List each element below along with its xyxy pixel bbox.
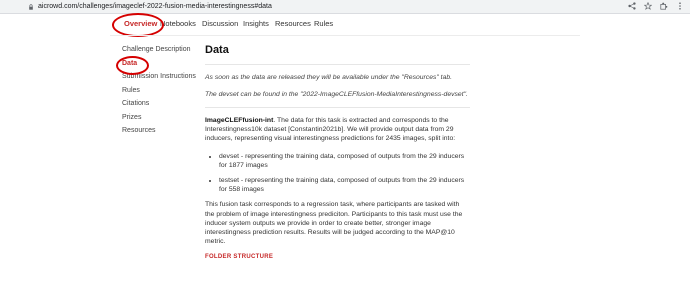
browser-bar: aicrowd.com/challenges/imageclef-2022-fu… xyxy=(0,0,690,14)
tab-discussion[interactable]: Discussion xyxy=(202,19,238,28)
intro-paragraph: ImageCLEFfusion-int. The data for this t… xyxy=(205,116,470,144)
star-icon[interactable] xyxy=(644,2,652,10)
notes-divider xyxy=(205,107,470,108)
task-description: This fusion task corresponds to a regres… xyxy=(205,201,463,246)
url-text: aicrowd.com/challenges/imageclef-2022-fu… xyxy=(38,3,272,10)
extensions-icon[interactable] xyxy=(660,2,668,10)
nav-divider xyxy=(110,35,580,36)
annotation-circle-overview xyxy=(112,13,164,37)
share-icon[interactable] xyxy=(628,2,636,10)
annotation-circle-data xyxy=(116,56,149,75)
address-bar[interactable]: aicrowd.com/challenges/imageclef-2022-fu… xyxy=(28,1,272,12)
lock-icon xyxy=(29,3,33,10)
sidebar-item-citations[interactable]: Citations xyxy=(122,100,197,109)
task-name: ImageCLEFfusion-int xyxy=(205,117,274,124)
tab-rules[interactable]: Rules xyxy=(314,19,333,28)
list-item-testset: testset - representing the training data… xyxy=(219,176,470,194)
tab-resources[interactable]: Resources xyxy=(275,19,311,28)
folder-structure-heading: FOLDER STRUCTURE xyxy=(205,254,274,261)
title-divider xyxy=(205,64,470,65)
sidebar-item-challenge-description[interactable]: Challenge Description xyxy=(122,46,197,55)
sidebar-item-rules[interactable]: Rules xyxy=(122,87,197,96)
tab-insights[interactable]: Insights xyxy=(243,19,269,28)
page-title: Data xyxy=(205,44,229,56)
list-item-devset: devset - representing the training data,… xyxy=(219,152,470,170)
tab-notebooks[interactable]: Notebooks xyxy=(160,19,196,28)
sidebar-item-resources[interactable]: Resources xyxy=(122,127,197,136)
availability-note: As soon as the data are released they wi… xyxy=(205,74,453,81)
main-content: Data As soon as the data are released th… xyxy=(205,44,470,260)
split-list: devset - representing the training data,… xyxy=(205,152,470,195)
challenge-tabs: Overview Notebooks Discussion Insights R… xyxy=(0,13,690,35)
menu-icon[interactable] xyxy=(676,2,684,10)
sidebar-item-prizes[interactable]: Prizes xyxy=(122,114,197,123)
devset-note: The devset can be found in the "2022-Ima… xyxy=(205,91,468,98)
